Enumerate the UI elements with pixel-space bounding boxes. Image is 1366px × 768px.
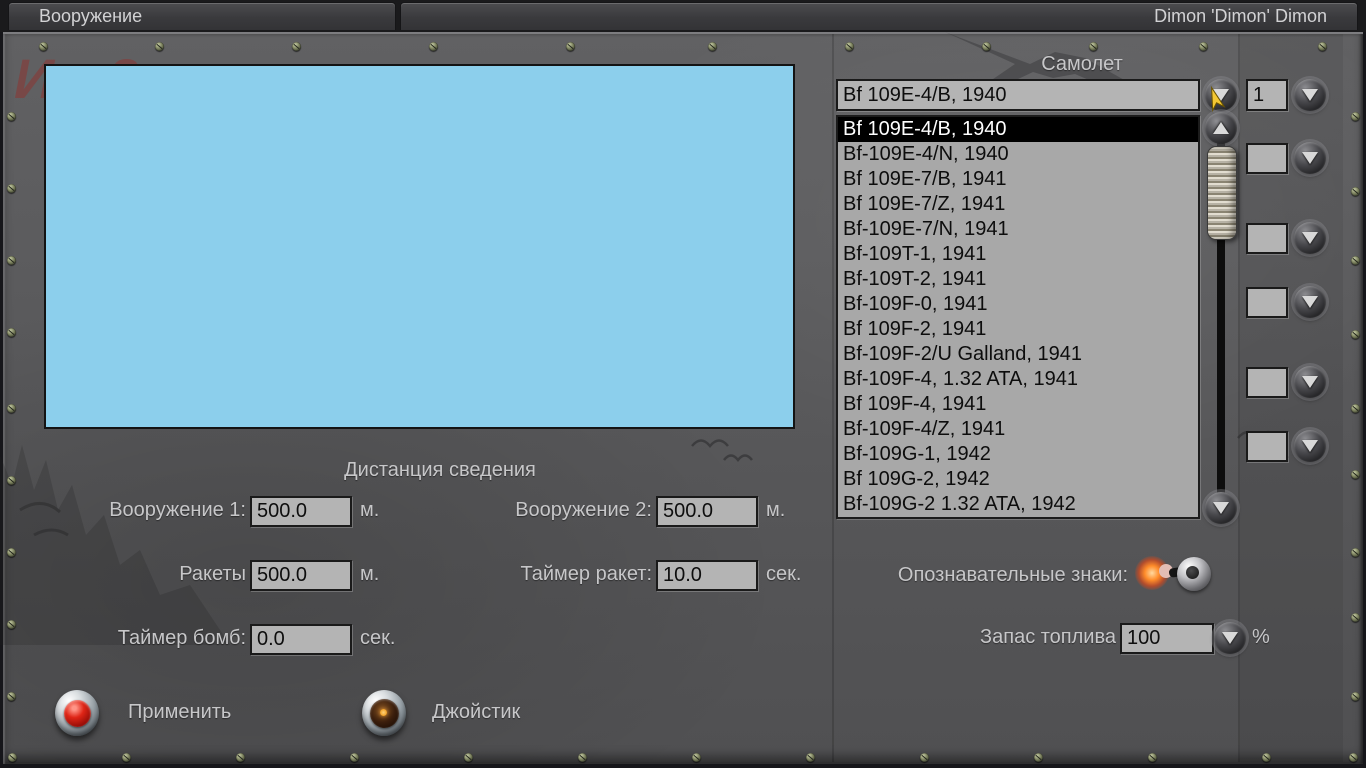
toggle-base-icon — [1177, 557, 1211, 591]
weapon-slot-spinner-3[interactable] — [1294, 286, 1326, 318]
chevron-up-icon — [1213, 122, 1229, 134]
weapon1-unit: м. — [360, 499, 380, 521]
rocket-timer-label: Таймер ракет: — [520, 563, 652, 585]
weapon2-label: Вооружение 2: — [515, 499, 652, 521]
markings-label: Опознавательные знаки: — [897, 564, 1128, 586]
chevron-down-icon — [1302, 440, 1318, 452]
tab-armament-label: Вооружение — [39, 6, 143, 26]
tab-player[interactable]: Dimon 'Dimon' Dimon — [400, 2, 1358, 30]
tree-silhouette — [0, 445, 230, 645]
aircraft-list-item[interactable]: Bf-109F-2/U Galland, 1941 — [838, 342, 1198, 367]
chevron-down-icon — [1302, 152, 1318, 164]
aircraft-list-item[interactable]: Bf-109G-2 1.32 ATA, 1942 — [838, 492, 1198, 517]
chevron-down-icon — [1302, 232, 1318, 244]
aircraft-list-item[interactable]: Bf-109E-4/N, 1940 — [838, 142, 1198, 167]
bomb-timer-input[interactable] — [250, 624, 352, 655]
title-bar: Вооружение Dimon 'Dimon' Dimon — [0, 0, 1366, 32]
aircraft-count-spinner-button[interactable] — [1294, 79, 1326, 111]
rocket-timer-input[interactable] — [656, 560, 758, 591]
aircraft-list-item[interactable]: Bf 109E-7/Z, 1941 — [838, 192, 1198, 217]
scroll-up-button[interactable] — [1205, 112, 1237, 144]
aircraft-select[interactable]: Bf 109E-4/B, 1940 — [836, 79, 1200, 111]
aircraft-list-item[interactable]: Bf 109E-4/B, 1940 — [838, 117, 1198, 142]
chevron-down-icon — [1213, 502, 1229, 514]
weapon-slot-spinner-4[interactable] — [1294, 366, 1326, 398]
apply-label: Применить — [128, 701, 232, 723]
player-name: Dimon 'Dimon' Dimon — [1154, 6, 1327, 26]
weapon-slot-spinner-2[interactable] — [1294, 222, 1326, 254]
aircraft-list-item[interactable]: Bf-109T-2, 1941 — [838, 267, 1198, 292]
aircraft-list-item[interactable]: Bf-109T-1, 1941 — [838, 242, 1198, 267]
weapon-slot-field-5[interactable] — [1246, 431, 1288, 462]
weapon-slot-field-1[interactable] — [1246, 143, 1288, 174]
panel-seam — [832, 34, 834, 762]
chevron-down-icon — [1302, 376, 1318, 388]
aircraft-list-item[interactable]: Bf 109F-4, 1941 — [838, 392, 1198, 417]
aircraft-list-item[interactable]: Bf 109F-2, 1941 — [838, 317, 1198, 342]
weapon1-convergence-input[interactable] — [250, 496, 352, 527]
markings-toggle-switch[interactable] — [1135, 550, 1215, 598]
aircraft-list-item[interactable]: Bf-109F-0, 1941 — [838, 292, 1198, 317]
weapon-slot-field-4[interactable] — [1246, 367, 1288, 398]
aircraft-list-item[interactable]: Bf-109F-4, 1.32 ATA, 1941 — [838, 367, 1198, 392]
bomb-timer-unit: сек. — [360, 627, 396, 649]
aircraft-list[interactable]: Bf 109E-4/B, 1940 Bf-109E-4/N, 1940 Bf 1… — [836, 115, 1200, 519]
convergence-title: Дистанция сведения — [344, 459, 536, 481]
weapon2-unit: м. — [766, 499, 786, 521]
apply-button[interactable] — [55, 690, 99, 736]
weapon-slot-field-2[interactable] — [1246, 223, 1288, 254]
weapon-slot-spinner-5[interactable] — [1294, 430, 1326, 462]
weapon-slot-field-3[interactable] — [1246, 287, 1288, 318]
aircraft-list-item[interactable]: Bf 109G-2, 1942 — [838, 467, 1198, 492]
joystick-button[interactable] — [362, 690, 406, 736]
chevron-down-icon — [1302, 296, 1318, 308]
tab-armament[interactable]: Вооружение — [8, 2, 396, 30]
scroll-down-button[interactable] — [1205, 492, 1237, 524]
rockets-unit: м. — [360, 563, 380, 585]
fuel-input[interactable] — [1120, 623, 1214, 654]
chevron-down-icon — [1222, 632, 1238, 644]
red-lamp-icon — [63, 699, 91, 727]
aircraft-list-item[interactable]: Bf-109E-7/N, 1941 — [838, 217, 1198, 242]
rockets-label: Ракеты — [179, 563, 246, 585]
dark-lamp-icon — [369, 698, 399, 728]
fuel-label: Запас топлива — [980, 626, 1116, 648]
bomb-timer-label: Таймер бомб: — [117, 627, 246, 649]
rockets-convergence-input[interactable] — [250, 560, 352, 591]
weapon-slot-spinner-1[interactable] — [1294, 142, 1326, 174]
aircraft-count-field[interactable] — [1246, 79, 1288, 111]
map-preview — [44, 64, 795, 429]
scrollbar-thumb[interactable] — [1207, 146, 1237, 240]
aircraft-list-item[interactable]: Bf-109F-4/Z, 1941 — [838, 417, 1198, 442]
weapon2-convergence-input[interactable] — [656, 496, 758, 527]
joystick-label: Джойстик — [432, 701, 521, 723]
chevron-down-icon — [1302, 89, 1318, 101]
weapon1-label: Вооружение 1: — [109, 499, 246, 521]
aircraft-list-item[interactable]: Bf 109E-7/B, 1941 — [838, 167, 1198, 192]
aircraft-list-item[interactable]: Bf-109G-1, 1942 — [838, 442, 1198, 467]
fuel-spinner-button[interactable] — [1214, 622, 1246, 654]
aircraft-label: Самолет — [1041, 53, 1123, 75]
fuel-unit: % — [1252, 626, 1270, 648]
